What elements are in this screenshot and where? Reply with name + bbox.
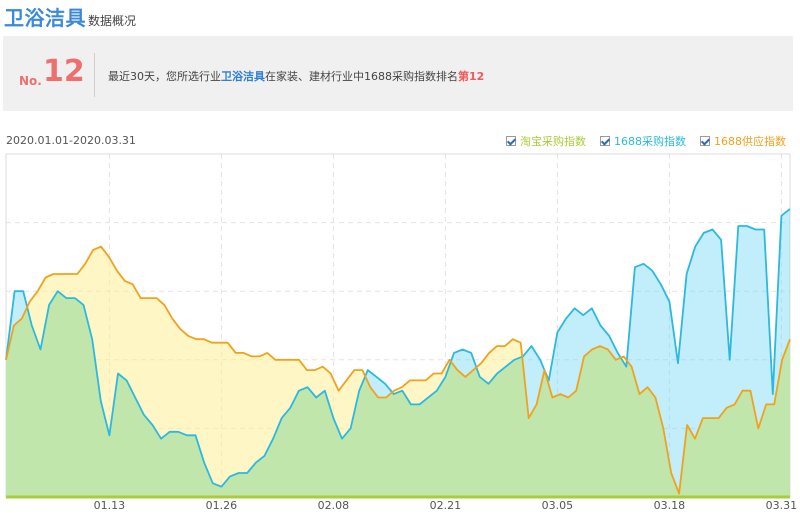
rank-category: 卫浴洁具 bbox=[221, 70, 265, 83]
rank-banner: No. 12 最近30天，您所选行业卫浴洁具在家装、建材行业中1688采购指数排… bbox=[3, 36, 793, 111]
rank-text-before: 最近30天，您所选行业 bbox=[108, 70, 221, 83]
x-tick-label: 03.31 bbox=[766, 499, 798, 512]
x-tick-label: 01.13 bbox=[94, 499, 126, 512]
legend-item-taobao[interactable]: 淘宝采购指数 bbox=[506, 133, 586, 149]
date-range: 2020.01.01-2020.03.31 bbox=[6, 134, 136, 147]
page-title: 卫浴洁具 bbox=[4, 6, 86, 30]
checkbox-icon[interactable] bbox=[506, 136, 516, 146]
x-tick-label: 02.21 bbox=[430, 499, 462, 512]
x-tick-label: 01.26 bbox=[206, 499, 238, 512]
x-tick-label: 02.08 bbox=[318, 499, 350, 512]
chart-legend: 淘宝采购指数 1688采购指数 1688供应指数 bbox=[506, 133, 786, 149]
x-tick-label: 03.05 bbox=[542, 499, 574, 512]
rank-text-middle: 在家装、建材行业中1688采购指数排名 bbox=[265, 70, 458, 83]
rank-prefix: No. bbox=[19, 74, 42, 88]
index-chart: 01.13 01.26 02.08 02.21 03.05 03.18 03.31 bbox=[5, 153, 798, 512]
legend-label-1688-supply: 1688供应指数 bbox=[714, 135, 786, 148]
legend-item-1688-purchase[interactable]: 1688采购指数 bbox=[600, 133, 686, 149]
checkbox-icon[interactable] bbox=[700, 136, 710, 146]
banner-divider bbox=[94, 53, 95, 97]
page-subtitle: 数据概况 bbox=[88, 14, 137, 28]
rank-number: 12 bbox=[43, 54, 85, 89]
rank-description: 最近30天，您所选行业卫浴洁具在家装、建材行业中1688采购指数排名第12 bbox=[108, 68, 484, 84]
legend-label-taobao: 淘宝采购指数 bbox=[520, 135, 586, 148]
legend-item-1688-supply[interactable]: 1688供应指数 bbox=[700, 133, 786, 149]
title-row: 卫浴洁具 数据概况 bbox=[4, 2, 136, 32]
legend-label-1688-purchase: 1688采购指数 bbox=[614, 135, 686, 148]
rank-label: 第12 bbox=[458, 70, 485, 83]
checkbox-icon[interactable] bbox=[600, 136, 610, 146]
x-tick-label: 03.18 bbox=[654, 499, 686, 512]
